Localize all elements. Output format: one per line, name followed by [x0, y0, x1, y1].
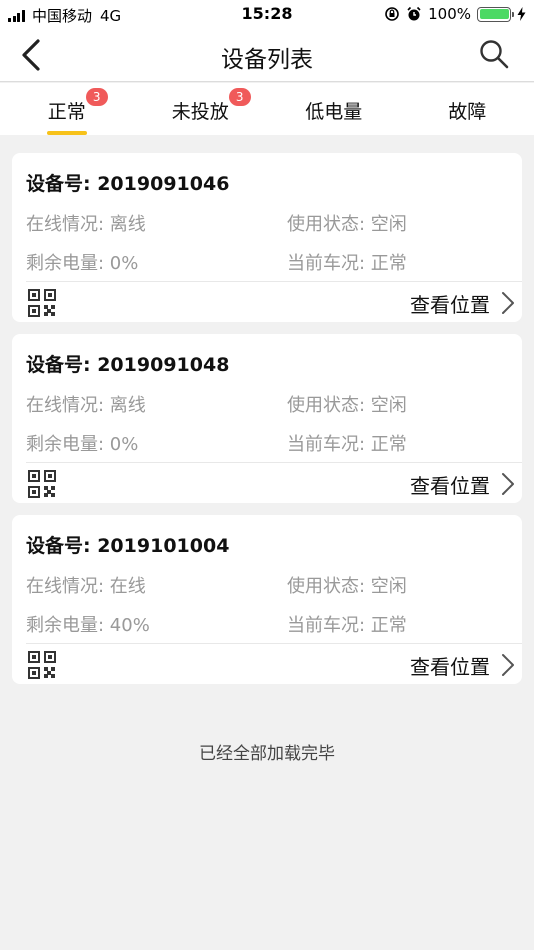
qr-code-icon[interactable]: [28, 289, 56, 317]
tab-fault[interactable]: 故障: [401, 83, 534, 135]
tab-badge: 3: [85, 88, 108, 106]
tab-label: 正常: [47, 101, 86, 123]
vehicle-condition: 当前车况: 正常: [287, 253, 407, 274]
usage-status: 使用状态: 空闲: [287, 395, 407, 416]
qr-code-icon[interactable]: [28, 470, 56, 498]
online-status: 在线情况: 离线: [26, 214, 146, 235]
device-id: 设备号: 2019101004: [26, 535, 230, 557]
device-list: 设备号: 2019091046 在线情况: 离线 使用状态: 空闲 剩余电量: …: [12, 153, 522, 696]
card-row: 剩余电量: 0% 当前车况: 正常: [26, 430, 506, 456]
chevron-right-icon: [502, 473, 514, 495]
search-icon: [480, 40, 509, 69]
tab-label: 故障: [448, 101, 487, 123]
status-bar: 中国移动 4G 15:28 100%: [0, 0, 534, 28]
view-location-label: 查看位置: [410, 473, 490, 498]
card-row: 在线情况: 离线 使用状态: 空闲: [26, 210, 506, 236]
tab-normal[interactable]: 正常 3: [0, 83, 134, 135]
status-right: 100%: [378, 5, 526, 23]
device-id: 设备号: 2019091048: [26, 354, 230, 376]
vehicle-condition: 当前车况: 正常: [287, 434, 407, 455]
tab-label: 低电量: [305, 101, 363, 123]
tab-badge: 3: [228, 88, 251, 106]
device-id: 设备号: 2019091046: [26, 173, 230, 195]
usage-status: 使用状态: 空闲: [287, 576, 407, 597]
tab-low-battery[interactable]: 低电量: [267, 83, 401, 135]
tab-label: 未投放: [171, 101, 229, 123]
card-row: 在线情况: 离线 使用状态: 空闲: [26, 391, 506, 417]
vehicle-condition: 当前车况: 正常: [287, 615, 407, 636]
qr-code-icon[interactable]: [28, 651, 56, 679]
charging-icon: [517, 7, 526, 21]
battery-level: 剩余电量: 0%: [26, 434, 139, 455]
battery-level: 剩余电量: 40%: [26, 615, 150, 636]
view-location-label: 查看位置: [410, 292, 490, 317]
device-card[interactable]: 设备号: 2019101004 在线情况: 在线 使用状态: 空闲 剩余电量: …: [12, 515, 522, 684]
divider: [26, 643, 522, 644]
card-row: 剩余电量: 40% 当前车况: 正常: [26, 611, 506, 637]
battery-icon: [477, 6, 514, 22]
alarm-icon: [407, 6, 421, 21]
view-location-button[interactable]: 查看位置: [410, 651, 516, 679]
view-location-label: 查看位置: [410, 654, 490, 679]
online-status: 在线情况: 在线: [26, 576, 146, 597]
battery-percent: 100%: [428, 5, 471, 23]
search-button[interactable]: [478, 38, 510, 70]
battery-level: 剩余电量: 0%: [26, 253, 139, 274]
page-title: 设备列表: [221, 47, 313, 73]
tab-not-deployed[interactable]: 未投放 3: [134, 83, 268, 135]
rotation-lock-icon: [385, 7, 399, 21]
device-card[interactable]: 设备号: 2019091048 在线情况: 离线 使用状态: 空闲 剩余电量: …: [12, 334, 522, 503]
nav-bar: 设备列表: [0, 28, 534, 82]
chevron-right-icon: [502, 654, 514, 676]
divider: [26, 281, 522, 282]
view-location-button[interactable]: 查看位置: [410, 470, 516, 498]
card-row: 剩余电量: 0% 当前车况: 正常: [26, 249, 506, 275]
status-tabs: 正常 3 未投放 3 低电量 故障: [0, 83, 534, 135]
chevron-right-icon: [502, 292, 514, 314]
divider: [26, 462, 522, 463]
card-row: 在线情况: 在线 使用状态: 空闲: [26, 572, 506, 598]
active-tab-indicator: [46, 131, 87, 135]
online-status: 在线情况: 离线: [26, 395, 146, 416]
view-location-button[interactable]: 查看位置: [410, 289, 516, 317]
device-card[interactable]: 设备号: 2019091046 在线情况: 离线 使用状态: 空闲 剩余电量: …: [12, 153, 522, 322]
usage-status: 使用状态: 空闲: [287, 214, 407, 235]
all-loaded-note: 已经全部加载完毕: [199, 744, 335, 764]
